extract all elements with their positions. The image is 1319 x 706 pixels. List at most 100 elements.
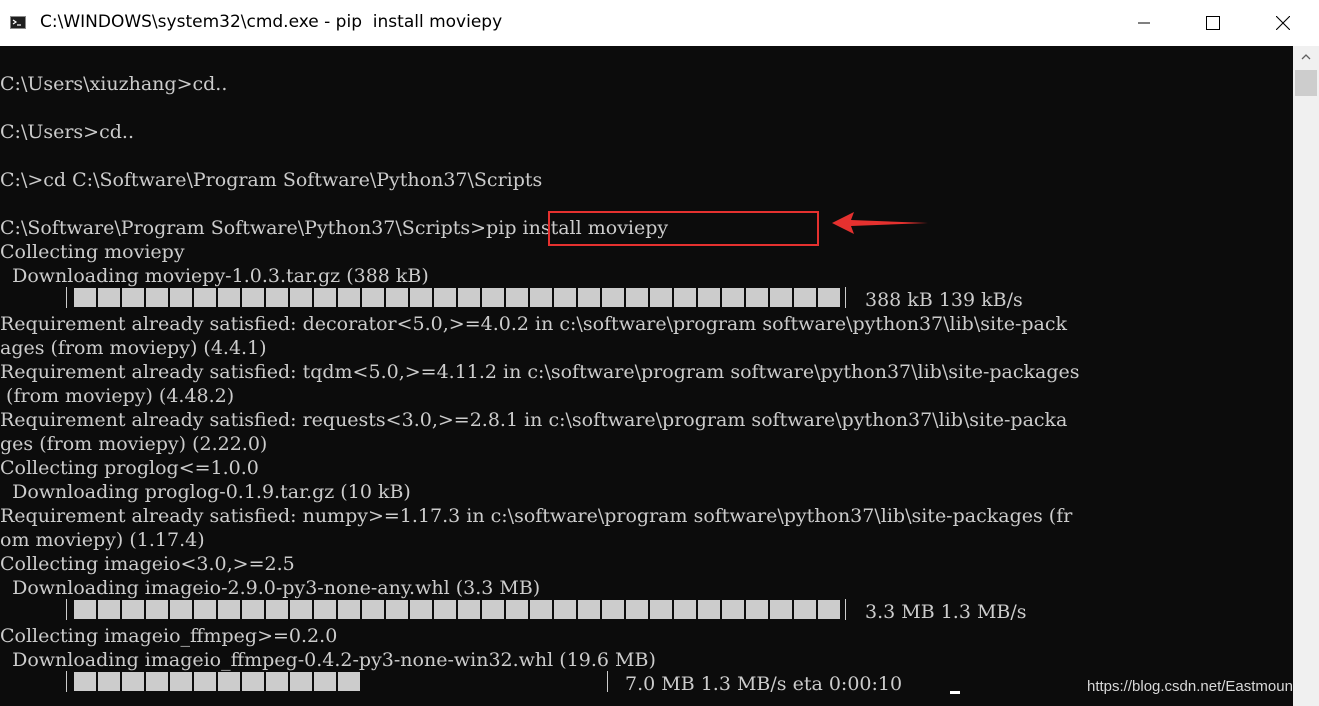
progress-cell: [242, 288, 264, 307]
progress-cell: [770, 288, 792, 307]
progress-status: 3.3 MB 1.3 MB/s: [865, 601, 1027, 623]
console-line: Downloading imageio-2.9.0-py3-none-any.w…: [0, 577, 541, 599]
progress-cell: [698, 288, 720, 307]
console-line: Requirement already satisfied: decorator…: [0, 313, 1068, 335]
progress-cell: [482, 600, 504, 619]
progress-cell: [266, 672, 288, 691]
console-output[interactable]: C:\Users\xiuzhang>cd.. C:\Users>cd.. C:\…: [0, 46, 1293, 706]
progress-cell: [146, 288, 168, 307]
progress-cell: [74, 288, 96, 307]
scroll-thumb[interactable]: [1295, 70, 1317, 96]
console-line: Collecting imageio_ffmpeg>=0.2.0: [0, 625, 338, 647]
command-highlight-box: [548, 211, 819, 246]
progress-cell: [314, 288, 336, 307]
progress-bar-left-edge: [66, 671, 67, 692]
progress-cell: [434, 288, 456, 307]
chevron-up-icon: [1301, 54, 1311, 60]
progress-cell: [746, 288, 768, 307]
console-line: C:\Users>cd..: [0, 121, 134, 143]
progress-bar: [74, 600, 842, 619]
progress-cell: [554, 288, 576, 307]
progress-cell: [122, 288, 144, 307]
progress-bar: [74, 288, 842, 307]
progress-cell: [362, 600, 384, 619]
progress-status: 388 kB 139 kB/s: [865, 289, 1023, 311]
close-icon: [1276, 16, 1290, 30]
close-button[interactable]: [1253, 0, 1313, 46]
progress-cell: [506, 288, 528, 307]
progress-cell: [386, 600, 408, 619]
progress-cell: [746, 600, 768, 619]
progress-cell: [98, 288, 120, 307]
progress-cell: [722, 288, 744, 307]
progress-cell: [146, 600, 168, 619]
console-line: Collecting imageio<3.0,>=2.5: [0, 553, 295, 575]
progress-cell: [530, 600, 552, 619]
progress-cell: [338, 672, 360, 691]
progress-cell: [506, 600, 528, 619]
progress-cell: [482, 288, 504, 307]
progress-cell: [218, 600, 240, 619]
console-line: Downloading moviepy-1.0.3.tar.gz (388 kB…: [0, 265, 429, 287]
progress-cell: [770, 600, 792, 619]
progress-cell: [290, 288, 312, 307]
console-line: om moviepy) (1.17.4): [0, 529, 205, 551]
title-bar[interactable]: C:\WINDOWS\system32\cmd.exe - pip instal…: [0, 0, 1319, 46]
progress-cell: [386, 288, 408, 307]
progress-bar-right-edge: [845, 599, 846, 620]
progress-cell: [218, 288, 240, 307]
progress-cell: [242, 672, 264, 691]
progress-status: 7.0 MB 1.3 MB/s eta 0:00:10: [625, 673, 903, 695]
console-line: (from moviepy) (4.48.2): [0, 385, 235, 407]
console-line: Downloading imageio_ffmpeg-0.4.2-py3-non…: [0, 649, 656, 671]
progress-cell: [266, 288, 288, 307]
console-line: Requirement already satisfied: requests<…: [0, 409, 1068, 431]
progress-cell: [650, 600, 672, 619]
progress-cell: [266, 600, 288, 619]
progress-cell: [794, 288, 816, 307]
progress-cell: [530, 288, 552, 307]
progress-cell: [818, 288, 840, 307]
progress-cell: [650, 288, 672, 307]
progress-cell: [314, 672, 336, 691]
maximize-button[interactable]: [1183, 0, 1243, 46]
progress-cell: [674, 288, 696, 307]
progress-cell: [98, 600, 120, 619]
progress-cell: [290, 672, 312, 691]
scroll-up-button[interactable]: [1293, 46, 1319, 68]
progress-cell: [122, 600, 144, 619]
window-title: C:\WINDOWS\system32\cmd.exe - pip instal…: [40, 12, 503, 32]
progress-bar-right-edge: [607, 671, 608, 692]
progress-cell: [362, 288, 384, 307]
progress-bar-left-edge: [66, 599, 67, 620]
progress-cell: [602, 600, 624, 619]
progress-cell: [578, 288, 600, 307]
progress-cell: [170, 600, 192, 619]
console-line: ages (from moviepy) (4.4.1): [0, 337, 267, 359]
progress-cell: [146, 672, 168, 691]
progress-cell: [602, 288, 624, 307]
console-line: Collecting moviepy: [0, 241, 185, 263]
console-line: ges (from moviepy) (2.22.0): [0, 433, 268, 455]
console-line: Requirement already satisfied: numpy>=1.…: [0, 505, 1073, 527]
minimize-icon: [1138, 22, 1150, 24]
progress-cell: [290, 600, 312, 619]
progress-cell: [242, 600, 264, 619]
progress-cell: [194, 288, 216, 307]
progress-cell: [170, 288, 192, 307]
progress-cell: [722, 600, 744, 619]
progress-cell: [218, 672, 240, 691]
text-cursor: [950, 691, 960, 694]
progress-cell: [74, 600, 96, 619]
minimize-button[interactable]: [1114, 0, 1174, 46]
console-line: C:\>cd C:\Software\Program Software\Pyth…: [0, 169, 543, 191]
progress-cell: [170, 672, 192, 691]
console-line: Downloading proglog-0.1.9.tar.gz (10 kB): [0, 481, 411, 503]
progress-cell: [314, 600, 336, 619]
cmd-icon: [10, 16, 26, 29]
console-line: Collecting proglog<=1.0.0: [0, 457, 259, 479]
progress-cell: [74, 672, 96, 691]
progress-cell: [578, 600, 600, 619]
vertical-scrollbar[interactable]: [1293, 46, 1319, 706]
progress-cell: [194, 600, 216, 619]
